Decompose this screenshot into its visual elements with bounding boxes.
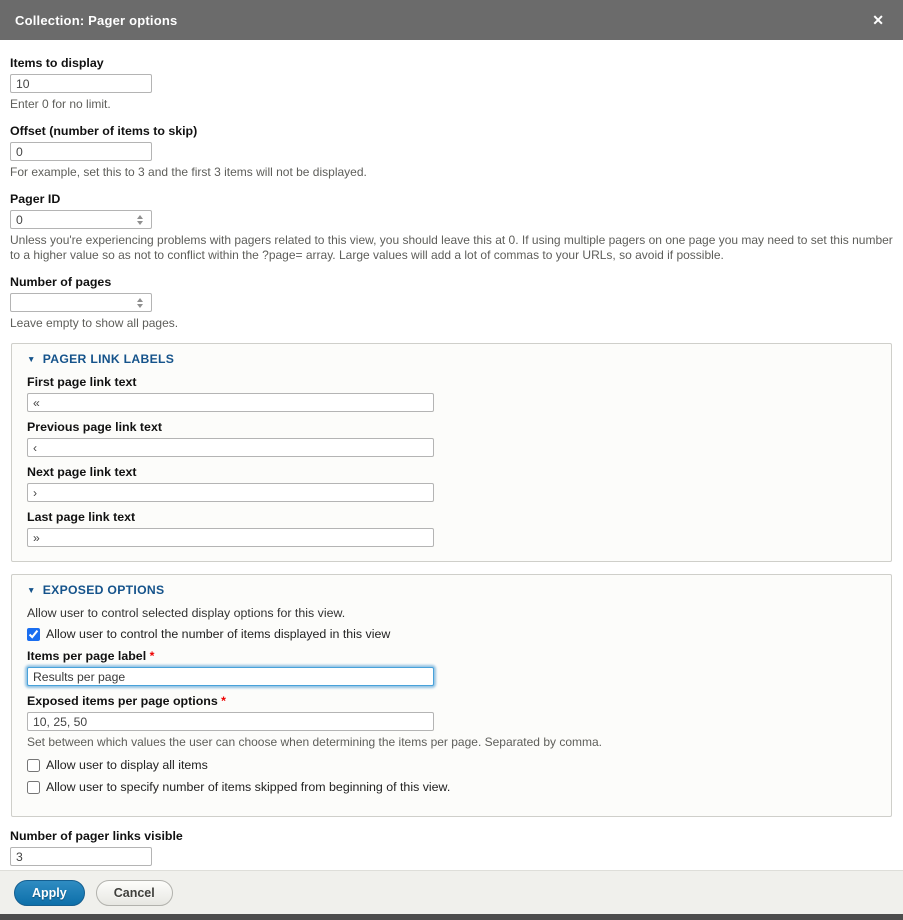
control-items-checkbox[interactable] (27, 628, 40, 641)
first-page-link-label: First page link text (27, 375, 876, 389)
form-item-exposed-items-options: Exposed items per page options * Set bet… (27, 694, 876, 750)
form-item-items-to-display: Items to display Enter 0 for no limit. (10, 56, 893, 112)
pager-id-description: Unless you're experiencing problems with… (10, 233, 893, 263)
page-behind-strip (0, 914, 903, 920)
last-page-link-input[interactable] (27, 528, 434, 547)
fieldset-pager-link-labels: ▼ PAGER LINK LABELS First page link text… (11, 343, 892, 562)
dialog-title: Collection: Pager options (15, 13, 177, 28)
exposed-items-options-label: Exposed items per page options * (27, 694, 876, 708)
pager-id-label: Pager ID (10, 192, 893, 206)
first-page-link-input[interactable] (27, 393, 434, 412)
dialog-footer: Apply Cancel (0, 870, 903, 914)
dialog-body: Items to display Enter 0 for no limit. O… (0, 40, 903, 870)
offset-input[interactable] (10, 142, 152, 161)
exposed-items-options-input[interactable] (27, 712, 434, 731)
exposed-options-intro: Allow user to control selected display o… (27, 606, 876, 620)
number-of-pages-description: Leave empty to show all pages. (10, 316, 893, 331)
required-marker: * (150, 649, 155, 663)
next-page-link-label: Next page link text (27, 465, 876, 479)
form-item-items-per-page-label: Items per page label * (27, 649, 876, 686)
exposed-items-options-description: Set between which values the user can ch… (27, 735, 876, 750)
checkbox-row-specify-skipped: Allow user to specify number of items sk… (27, 780, 876, 795)
cancel-button[interactable]: Cancel (96, 880, 173, 906)
form-item-number-of-pages: Number of pages Leave empty to show all … (10, 275, 893, 331)
form-item-next-page-link: Next page link text (27, 465, 876, 502)
form-item-pager-id: Pager ID Unless you're experiencing prob… (10, 192, 893, 263)
previous-page-link-label: Previous page link text (27, 420, 876, 434)
specify-skipped-checkbox-label[interactable]: Allow user to specify number of items sk… (46, 780, 450, 795)
pager-id-input[interactable] (10, 210, 152, 229)
specify-skipped-checkbox[interactable] (27, 781, 40, 794)
number-of-pages-label: Number of pages (10, 275, 893, 289)
fieldset-exposed-options: ▼ EXPOSED OPTIONS Allow user to control … (11, 574, 892, 817)
offset-label: Offset (number of items to skip) (10, 124, 893, 138)
dialog-titlebar: Collection: Pager options ✕ (0, 0, 903, 40)
pager-link-labels-legend[interactable]: ▼ PAGER LINK LABELS (27, 352, 876, 366)
form-item-pager-links-visible: Number of pager links visible Specify th… (10, 829, 893, 870)
form-item-last-page-link: Last page link text (27, 510, 876, 547)
exposed-options-legend-text: EXPOSED OPTIONS (43, 583, 165, 597)
next-page-link-input[interactable] (27, 483, 434, 502)
items-per-page-label-label: Items per page label * (27, 649, 876, 663)
checkbox-row-control-items: Allow user to control the number of item… (27, 627, 876, 642)
previous-page-link-input[interactable] (27, 438, 434, 457)
form-item-previous-page-link: Previous page link text (27, 420, 876, 457)
exposed-options-legend[interactable]: ▼ EXPOSED OPTIONS (27, 583, 876, 597)
close-icon[interactable]: ✕ (868, 11, 888, 29)
pager-link-labels-legend-text: PAGER LINK LABELS (43, 352, 175, 366)
display-all-checkbox-label[interactable]: Allow user to display all items (46, 758, 208, 773)
required-marker: * (221, 694, 226, 708)
display-all-checkbox[interactable] (27, 759, 40, 772)
number-of-pages-input[interactable] (10, 293, 152, 312)
form-item-offset: Offset (number of items to skip) For exa… (10, 124, 893, 180)
control-items-checkbox-label[interactable]: Allow user to control the number of item… (46, 627, 390, 642)
apply-button[interactable]: Apply (14, 880, 85, 906)
form-item-first-page-link: First page link text (27, 375, 876, 412)
collapse-arrow-icon: ▼ (27, 586, 36, 595)
offset-description: For example, set this to 3 and the first… (10, 165, 893, 180)
checkbox-row-display-all: Allow user to display all items (27, 758, 876, 773)
collapse-arrow-icon: ▼ (27, 355, 36, 364)
items-to-display-label: Items to display (10, 56, 893, 70)
items-to-display-input[interactable] (10, 74, 152, 93)
pager-links-visible-input[interactable] (10, 847, 152, 866)
pager-links-visible-label: Number of pager links visible (10, 829, 893, 843)
items-to-display-description: Enter 0 for no limit. (10, 97, 893, 112)
last-page-link-label: Last page link text (27, 510, 876, 524)
items-per-page-label-input[interactable] (27, 667, 434, 686)
